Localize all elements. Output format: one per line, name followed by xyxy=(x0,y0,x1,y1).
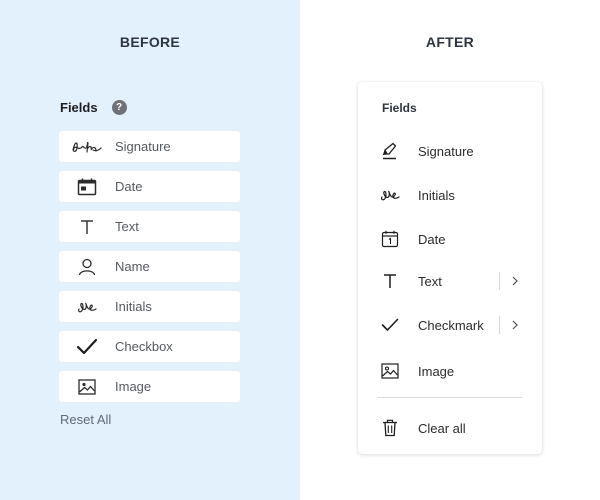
before-field-list: Signature Date Text Name Initials Checkb… xyxy=(59,131,240,411)
signature-icon xyxy=(59,139,115,155)
submenu-separator xyxy=(499,272,500,290)
after-heading: AFTER xyxy=(425,34,475,50)
menu-item-label: Checkmark xyxy=(418,317,484,333)
menu-item-signature[interactable]: Signature xyxy=(358,136,542,166)
person-icon xyxy=(59,258,115,276)
image-icon xyxy=(59,378,115,395)
clear-all-button[interactable]: Clear all xyxy=(358,413,542,443)
text-icon xyxy=(59,219,115,235)
before-field-checkbox[interactable]: Checkbox xyxy=(59,331,240,362)
checkmark-icon xyxy=(59,338,115,356)
menu-item-image[interactable]: Image xyxy=(358,356,542,386)
menu-item-label: Initials xyxy=(418,187,455,203)
before-field-label: Checkbox xyxy=(115,339,173,354)
menu-divider xyxy=(377,397,522,398)
before-field-label: Text xyxy=(115,219,139,234)
before-fields-title: Fields ? xyxy=(60,100,127,115)
pen-icon xyxy=(362,142,418,160)
before-field-initials[interactable]: Initials xyxy=(59,291,240,322)
calendar-icon xyxy=(59,178,115,196)
before-panel: BEFORE Fields ? Signature Date Text Name… xyxy=(0,0,300,500)
before-field-signature[interactable]: Signature xyxy=(59,131,240,162)
calendar-icon xyxy=(362,230,418,248)
chevron-right-icon[interactable] xyxy=(510,276,520,286)
before-field-label: Image xyxy=(115,379,152,394)
menu-item-date[interactable]: Date xyxy=(358,224,542,254)
before-field-name[interactable]: Name xyxy=(59,251,240,282)
before-field-label: Initials xyxy=(115,299,152,314)
reset-all-link[interactable]: Reset All xyxy=(60,412,111,427)
before-field-label: Date xyxy=(115,179,143,194)
menu-item-label: Date xyxy=(418,231,446,247)
before-field-date[interactable]: Date xyxy=(59,171,240,202)
text-icon xyxy=(362,273,418,289)
submenu-separator xyxy=(499,316,500,334)
menu-item-checkmark[interactable]: Checkmark xyxy=(358,310,542,340)
before-field-text[interactable]: Text xyxy=(59,211,240,242)
fields-menu-card: Fields Signature Initials Date Text Chec… xyxy=(358,82,542,454)
menu-item-text[interactable]: Text xyxy=(358,266,542,296)
before-heading: BEFORE xyxy=(119,34,181,50)
image-icon xyxy=(362,363,418,379)
trash-icon xyxy=(362,419,418,437)
before-field-label: Signature xyxy=(115,139,171,154)
before-field-label: Name xyxy=(115,259,150,274)
initials-icon xyxy=(362,187,418,203)
menu-item-initials[interactable]: Initials xyxy=(358,180,542,210)
help-icon[interactable]: ? xyxy=(111,100,127,115)
before-fields-label: Fields xyxy=(60,100,98,115)
menu-item-label: Signature xyxy=(418,143,474,159)
initials-icon xyxy=(59,299,115,315)
chevron-right-icon[interactable] xyxy=(510,320,520,330)
before-field-image[interactable]: Image xyxy=(59,371,240,402)
checkmark-icon xyxy=(362,318,418,332)
menu-item-label: Text xyxy=(418,273,442,289)
after-fields-title: Fields xyxy=(382,101,417,115)
menu-item-label: Image xyxy=(418,363,455,379)
clear-all-label: Clear all xyxy=(418,420,466,436)
